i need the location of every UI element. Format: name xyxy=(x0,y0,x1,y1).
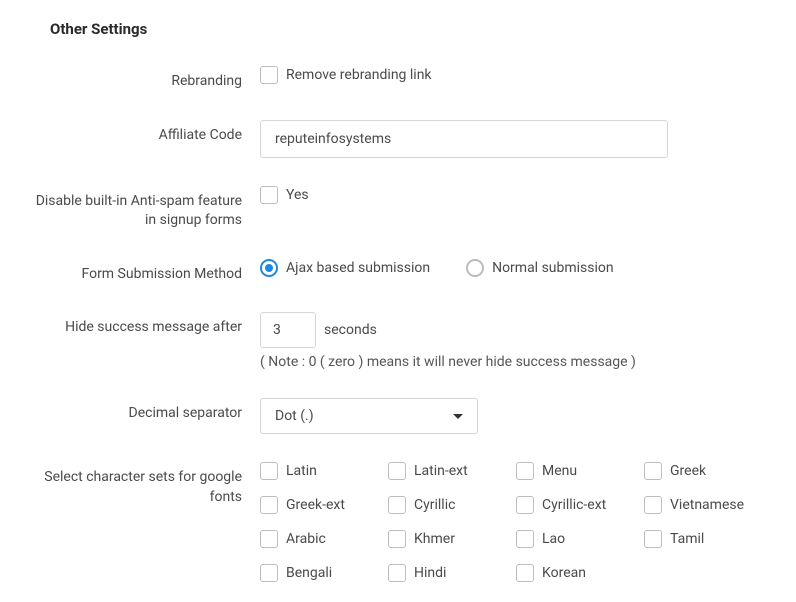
charset-checkbox[interactable] xyxy=(388,462,406,480)
rebranding-label: Rebranding xyxy=(30,66,260,92)
charset-checkbox[interactable] xyxy=(260,462,278,480)
charset-label: Bengali xyxy=(286,565,332,581)
charset-label: Cyrillic xyxy=(414,497,455,513)
charset-checkbox[interactable] xyxy=(388,530,406,548)
submission-radio-normal-wrap[interactable]: Normal submission xyxy=(466,259,614,277)
antispam-checkbox[interactable] xyxy=(260,186,278,204)
antispam-checkbox-wrap[interactable]: Yes xyxy=(260,186,309,204)
charset-label: Greek-ext xyxy=(286,497,345,513)
hide-success-note: ( Note : 0 ( zero ) means it will never … xyxy=(260,354,636,370)
charset-grid: Latin Latin-ext Menu Greek Greek-ext Cyrillic… xyxy=(260,462,762,582)
affiliate-label: Affiliate Code xyxy=(30,120,260,146)
row-decimal: Decimal separator Dot (.) xyxy=(30,398,766,434)
charset-checkbox[interactable] xyxy=(388,564,406,582)
charset-checkbox[interactable] xyxy=(516,462,534,480)
charset-item[interactable]: Menu xyxy=(516,462,634,480)
antispam-checkbox-label: Yes xyxy=(286,187,309,203)
charset-item[interactable]: Lao xyxy=(516,530,634,548)
charset-item[interactable]: Arabic xyxy=(260,530,378,548)
charset-item[interactable]: Greek-ext xyxy=(260,496,378,514)
row-antispam: Disable built-in Anti-spam feature in si… xyxy=(30,186,766,231)
row-submission: Form Submission Method Ajax based submis… xyxy=(30,259,766,285)
section-title: Other Settings xyxy=(50,20,766,38)
charset-item[interactable]: Vietnamese xyxy=(644,496,762,514)
submission-radio-ajax-label: Ajax based submission xyxy=(286,260,430,276)
charset-item[interactable]: Cyrillic-ext xyxy=(516,496,634,514)
hide-success-unit: seconds xyxy=(324,322,377,338)
submission-radio-normal-label: Normal submission xyxy=(492,260,614,276)
row-affiliate: Affiliate Code xyxy=(30,120,766,158)
charset-checkbox[interactable] xyxy=(516,564,534,582)
affiliate-code-input[interactable] xyxy=(260,120,668,158)
charset-label: Hindi xyxy=(414,565,446,581)
charset-label: Cyrillic-ext xyxy=(542,497,606,513)
charset-label: Arabic xyxy=(286,531,326,547)
antispam-label: Disable built-in Anti-spam feature in si… xyxy=(30,186,260,231)
charset-label: Khmer xyxy=(414,531,455,547)
rebranding-checkbox-wrap[interactable]: Remove rebranding link xyxy=(260,66,432,84)
charset-item[interactable]: Bengali xyxy=(260,564,378,582)
charset-checkbox[interactable] xyxy=(644,462,662,480)
charset-checkbox[interactable] xyxy=(644,496,662,514)
charset-checkbox[interactable] xyxy=(260,496,278,514)
charset-checkbox[interactable] xyxy=(644,530,662,548)
charset-label: Latin xyxy=(286,463,317,479)
charset-label: Latin-ext xyxy=(414,463,468,479)
charset-item[interactable]: Cyrillic xyxy=(388,496,506,514)
charsets-label: Select character sets for google fonts xyxy=(30,462,260,507)
hide-success-seconds-input[interactable] xyxy=(260,312,316,348)
submission-radio-normal[interactable] xyxy=(466,259,484,277)
charset-label: Korean xyxy=(542,565,586,581)
charset-checkbox[interactable] xyxy=(388,496,406,514)
rebranding-checkbox[interactable] xyxy=(260,66,278,84)
charset-label: Vietnamese xyxy=(670,497,744,513)
decimal-selected-value: Dot (.) xyxy=(275,408,314,424)
submission-label: Form Submission Method xyxy=(30,259,260,285)
hide-success-label: Hide success message after xyxy=(30,312,260,338)
charset-item[interactable]: Latin xyxy=(260,462,378,480)
charset-checkbox[interactable] xyxy=(516,530,534,548)
charset-checkbox[interactable] xyxy=(260,564,278,582)
charset-item[interactable]: Hindi xyxy=(388,564,506,582)
charset-label: Menu xyxy=(542,463,577,479)
charset-label: Tamil xyxy=(670,531,704,547)
submission-radio-ajax[interactable] xyxy=(260,259,278,277)
charset-checkbox[interactable] xyxy=(260,530,278,548)
rebranding-checkbox-label: Remove rebranding link xyxy=(286,67,432,83)
charset-item[interactable]: Latin-ext xyxy=(388,462,506,480)
caret-down-icon xyxy=(453,414,463,419)
charset-item[interactable]: Korean xyxy=(516,564,634,582)
charset-item[interactable]: Tamil xyxy=(644,530,762,548)
row-rebranding: Rebranding Remove rebranding link xyxy=(30,66,766,92)
charset-checkbox[interactable] xyxy=(516,496,534,514)
charset-label: Greek xyxy=(670,463,706,479)
charset-label: Lao xyxy=(542,531,565,547)
submission-radio-ajax-wrap[interactable]: Ajax based submission xyxy=(260,259,430,277)
charset-item[interactable]: Greek xyxy=(644,462,762,480)
row-charsets: Select character sets for google fonts L… xyxy=(30,462,766,582)
charset-item[interactable]: Khmer xyxy=(388,530,506,548)
decimal-separator-select[interactable]: Dot (.) xyxy=(260,398,478,434)
decimal-label: Decimal separator xyxy=(30,398,260,424)
row-hide-success: Hide success message after seconds ( Not… xyxy=(30,312,766,370)
